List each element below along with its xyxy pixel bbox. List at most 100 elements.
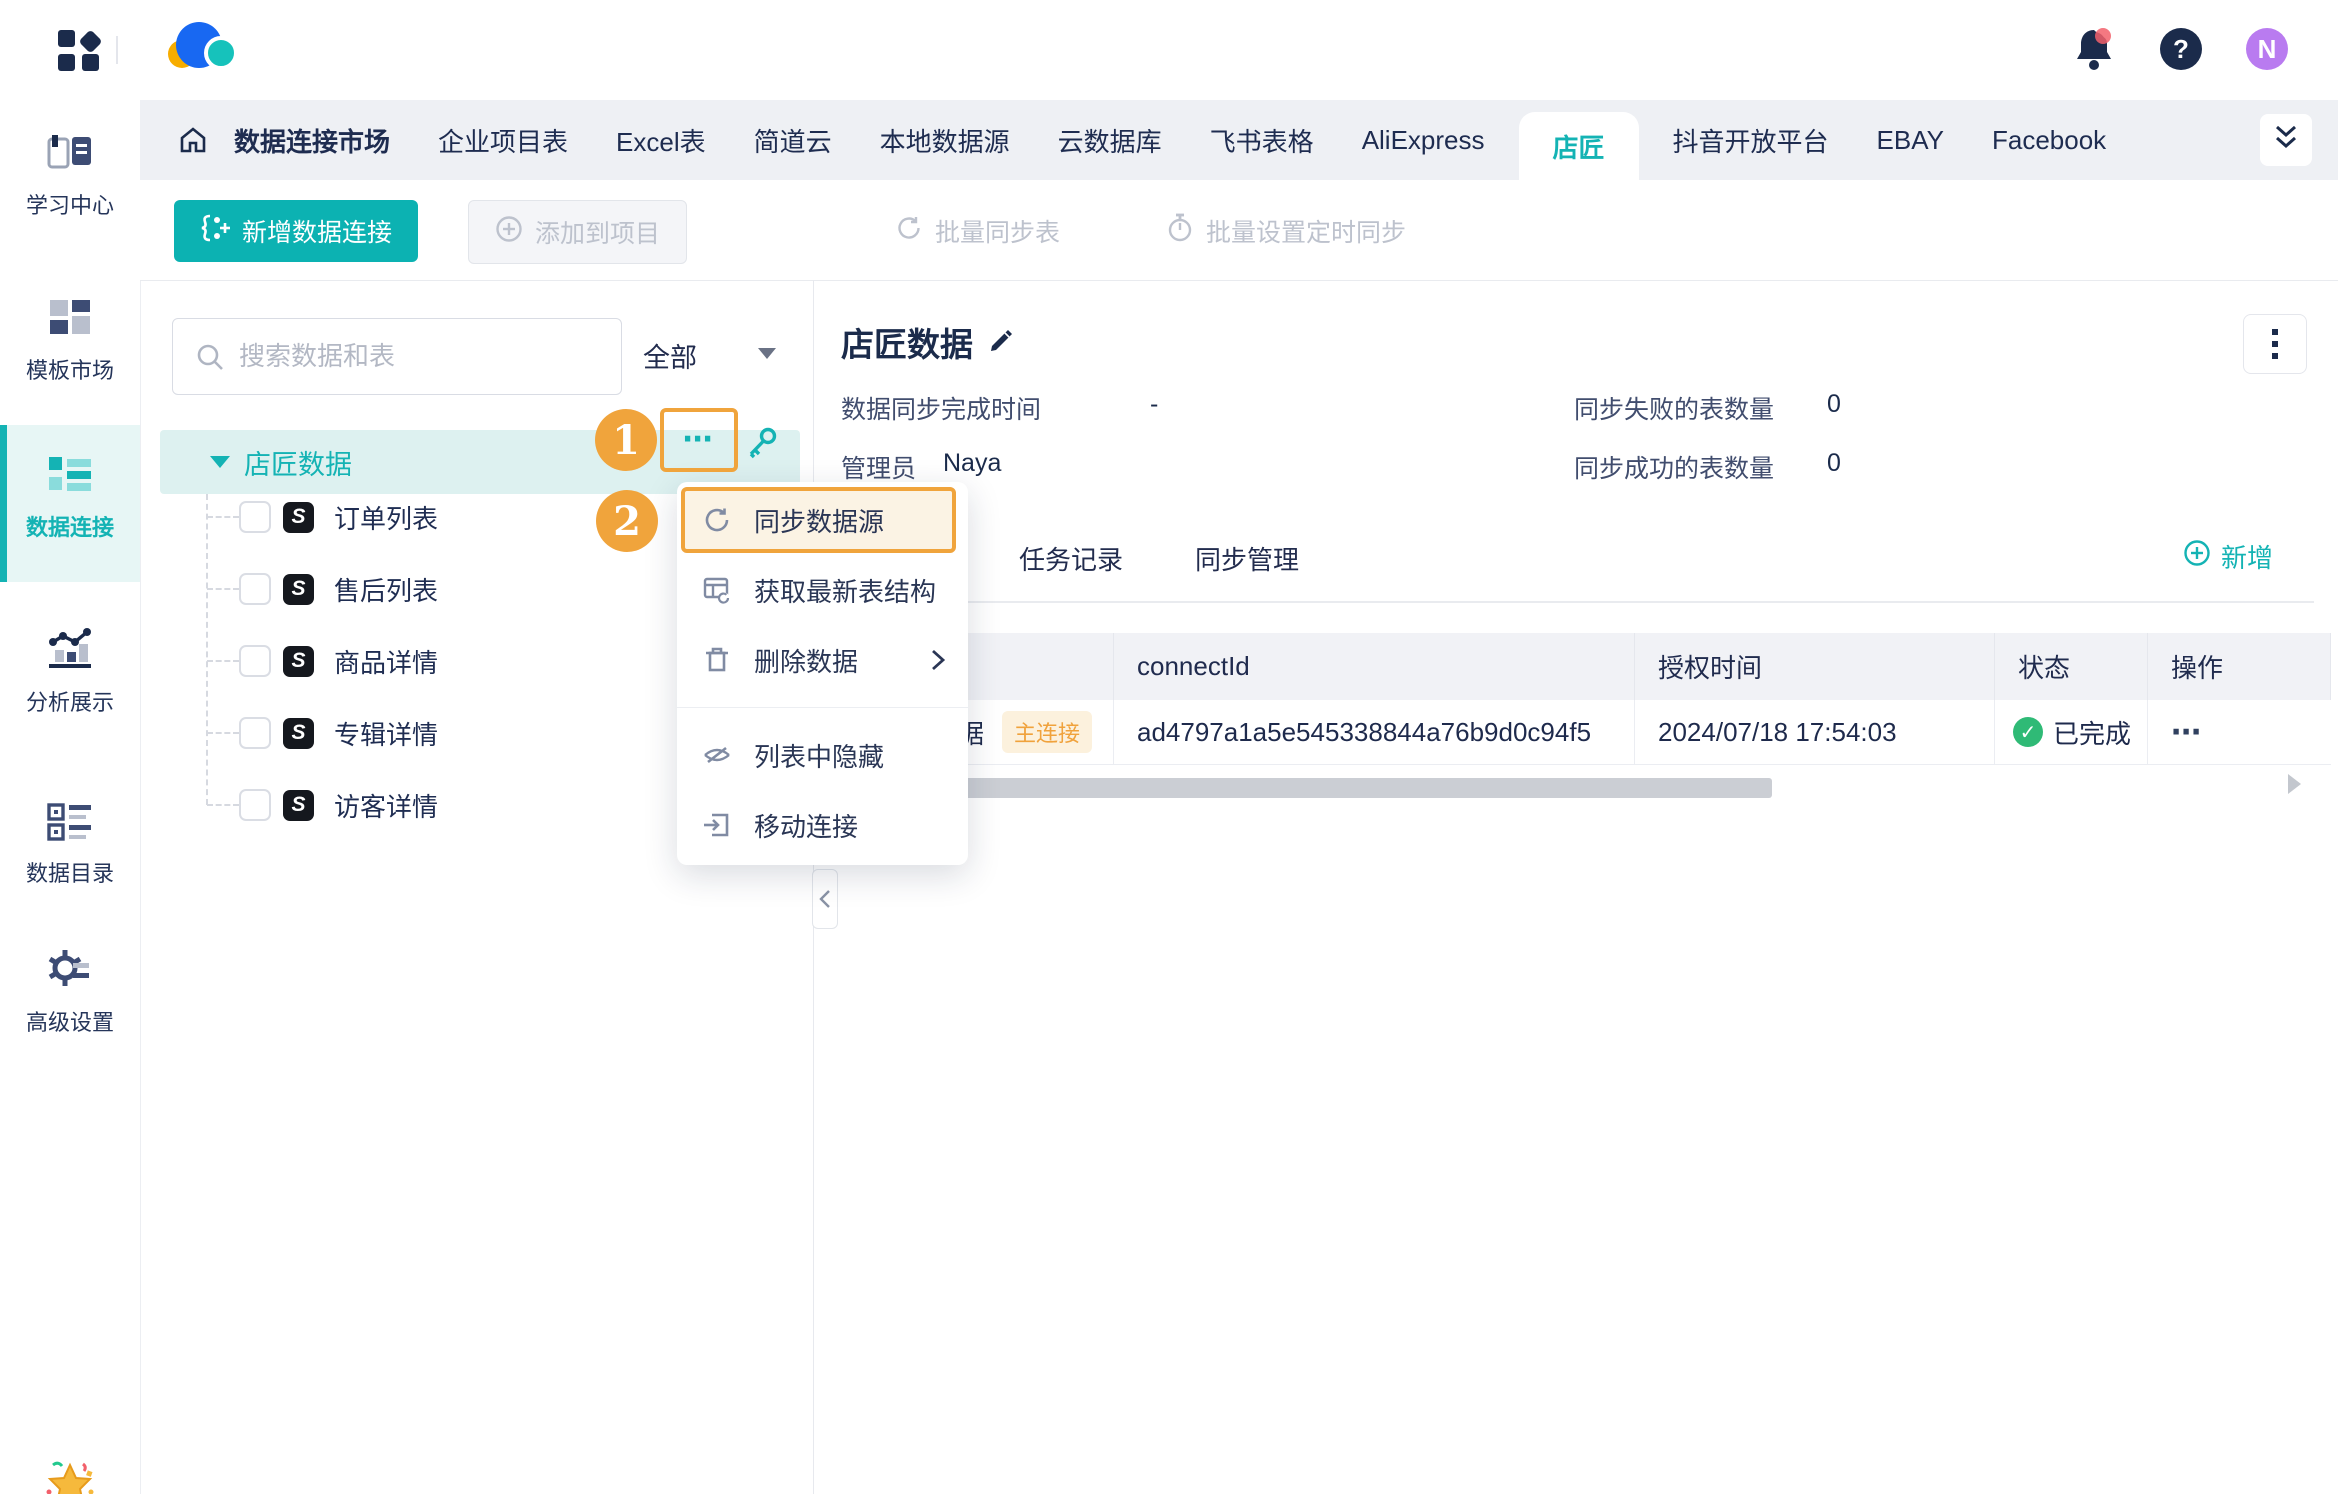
new-connection-button[interactable]: 新增数据连接 — [174, 200, 419, 262]
menu-item-sync-datasource[interactable]: 同步数据源 — [677, 485, 968, 555]
add-to-project-label: 添加到项目 — [535, 220, 661, 248]
sidebar-item-analytics[interactable]: 分析展示 — [0, 620, 140, 730]
sidebar-item-settings[interactable]: 高级设置 — [0, 940, 140, 1050]
refresh-icon — [702, 505, 732, 535]
sidebar-item-rewards[interactable]: 推广奖励 — [0, 1455, 140, 1494]
tree-item-label: 商品详情 — [334, 647, 439, 678]
eye-off-icon — [702, 740, 732, 770]
avatar[interactable]: N — [2246, 28, 2288, 70]
scroll-right-arrow-icon[interactable] — [2288, 774, 2301, 794]
tree-item-label: 售后列表 — [334, 575, 439, 606]
sidebar-item-catalog[interactable]: 数据目录 — [0, 795, 140, 905]
shoplazza-table-icon: S — [283, 789, 314, 821]
col-header-action: 操作 — [2148, 633, 2331, 700]
admin-value: Naya — [943, 449, 1002, 477]
sidebar-item-label: 模板市场 — [25, 358, 114, 383]
cell-status: ✓ 已完成 — [1995, 700, 2148, 765]
status-success-icon: ✓ — [2013, 717, 2043, 747]
checkbox[interactable] — [239, 789, 271, 821]
sidebar-item-label: 分析展示 — [25, 690, 114, 715]
batch-sync-button[interactable]: 批量同步表 — [895, 200, 1060, 262]
menu-item-label: 移动连接 — [754, 811, 859, 842]
horizontal-scrollbar[interactable] — [836, 778, 1772, 798]
menu-item-get-schema[interactable]: 获取最新表结构 — [677, 555, 968, 625]
subtab-task-log[interactable]: 任务记录 — [1019, 540, 1123, 577]
shoplazza-table-icon: S — [283, 645, 314, 677]
notification-bell-icon[interactable] — [2072, 26, 2116, 77]
col-header-status: 状态 — [1995, 633, 2148, 700]
checkbox[interactable] — [239, 645, 271, 677]
tree-filter-select[interactable]: 全部 — [643, 336, 697, 375]
sidebar: 学习中心 模板市场 数据连接 分析展示 数据目录 高级设置 — [0, 100, 141, 1494]
menu-item-delete-data[interactable]: 删除数据 — [677, 625, 968, 695]
success-count-label: 同步成功的表数量 — [1574, 455, 1775, 483]
checkbox[interactable] — [239, 501, 271, 533]
tab-local-datasource[interactable]: 本地数据源 — [880, 100, 1010, 180]
add-auth-button[interactable]: 新增 — [2183, 538, 2273, 575]
app-window: ? N 学习中心 模板市场 数据连接 分析展示 数据目录 高级设置 数据连接市场… — [0, 0, 2338, 1494]
tab-enterprise-project[interactable]: 企业项目表 — [438, 100, 568, 180]
subtab-sync-management[interactable]: 同步管理 — [1195, 540, 1299, 577]
sidebar-item-learning[interactable]: 学习中心 — [0, 125, 140, 235]
fail-count-value: 0 — [1827, 390, 1841, 418]
batch-schedule-label: 批量设置定时同步 — [1206, 219, 1407, 247]
menu-item-label: 删除数据 — [754, 646, 859, 677]
tree-item-label: 访客详情 — [334, 791, 439, 822]
checkbox[interactable] — [239, 573, 271, 605]
success-count-value: 0 — [1827, 449, 1841, 477]
sidebar-item-label: 高级设置 — [25, 1010, 114, 1035]
tab-jiandaoyun[interactable]: 简道云 — [754, 100, 832, 180]
connection-tabstrip: 数据连接市场 企业项目表 Excel表 简道云 本地数据源 云数据库 飞书表格 … — [140, 100, 2338, 180]
tab-ebay[interactable]: EBAY — [1877, 100, 1944, 180]
context-menu: 同步数据源 获取最新表结构 删除数据 列表中隐藏 移动连接 — [677, 482, 968, 865]
book-icon — [0, 133, 140, 178]
main-connection-badge: 主连接 — [1002, 711, 1093, 753]
timer-icon — [1166, 213, 1194, 250]
tab-douyin[interactable]: 抖音开放平台 — [1673, 100, 1829, 180]
tree-search[interactable] — [172, 318, 622, 395]
avatar-initial: N — [2257, 33, 2277, 64]
tab-feishu[interactable]: 飞书表格 — [1210, 100, 1314, 180]
panel-collapse-handle[interactable] — [812, 869, 838, 929]
tab-cloud-db[interactable]: 云数据库 — [1058, 100, 1162, 180]
filter-caret-icon[interactable] — [758, 348, 776, 359]
tree-more-button[interactable]: ⋯ — [660, 408, 738, 472]
checkbox[interactable] — [239, 717, 271, 749]
brand-cloud-logo — [166, 22, 238, 74]
table-refresh-icon — [702, 575, 732, 605]
batch-sync-label: 批量同步表 — [935, 219, 1061, 247]
tab-aliexpress[interactable]: AliExpress — [1362, 100, 1485, 180]
menu-item-move-connection[interactable]: 移动连接 — [677, 790, 968, 860]
chart-icon — [0, 628, 140, 675]
batch-schedule-button[interactable]: 批量设置定时同步 — [1166, 200, 1406, 262]
tree-expand-caret-icon[interactable] — [210, 456, 230, 468]
search-input[interactable] — [237, 340, 571, 373]
cell-action-more[interactable]: ⋯ — [2148, 700, 2331, 765]
tabs-expand-button[interactable] — [2260, 114, 2312, 166]
auth-key-icon[interactable] — [745, 426, 779, 467]
menu-item-label: 列表中隐藏 — [754, 741, 885, 772]
sidebar-item-data-connect[interactable]: 数据连接 — [0, 425, 140, 582]
panel-more-button[interactable] — [2243, 314, 2307, 374]
tree-item-label: 专辑详情 — [334, 719, 439, 750]
top-header: ? N — [0, 0, 2338, 100]
tab-dianjiang-active[interactable]: 店匠 — [1518, 112, 1639, 180]
shoplazza-table-icon: S — [283, 717, 314, 749]
header-divider — [116, 36, 118, 64]
sidebar-item-templates[interactable]: 模板市场 — [0, 290, 140, 400]
help-icon[interactable]: ? — [2160, 28, 2202, 70]
tab-excel[interactable]: Excel表 — [616, 100, 706, 180]
edit-pencil-icon[interactable] — [988, 326, 1016, 359]
add-to-project-button[interactable]: 添加到项目 — [468, 200, 688, 264]
search-icon — [195, 342, 225, 372]
menu-divider — [677, 707, 968, 708]
tab-market[interactable]: 数据连接市场 — [234, 100, 390, 180]
apps-grid-icon[interactable] — [58, 29, 103, 72]
tree-root-label: 店匠数据 — [244, 449, 352, 480]
circle-plus-icon — [2183, 539, 2211, 574]
annotation-step-1: 1 — [595, 409, 657, 471]
gear-icon — [0, 948, 140, 995]
double-chevron-down-icon — [2273, 124, 2299, 157]
menu-item-hide-from-list[interactable]: 列表中隐藏 — [677, 720, 968, 790]
tab-facebook[interactable]: Facebook — [1992, 100, 2106, 180]
